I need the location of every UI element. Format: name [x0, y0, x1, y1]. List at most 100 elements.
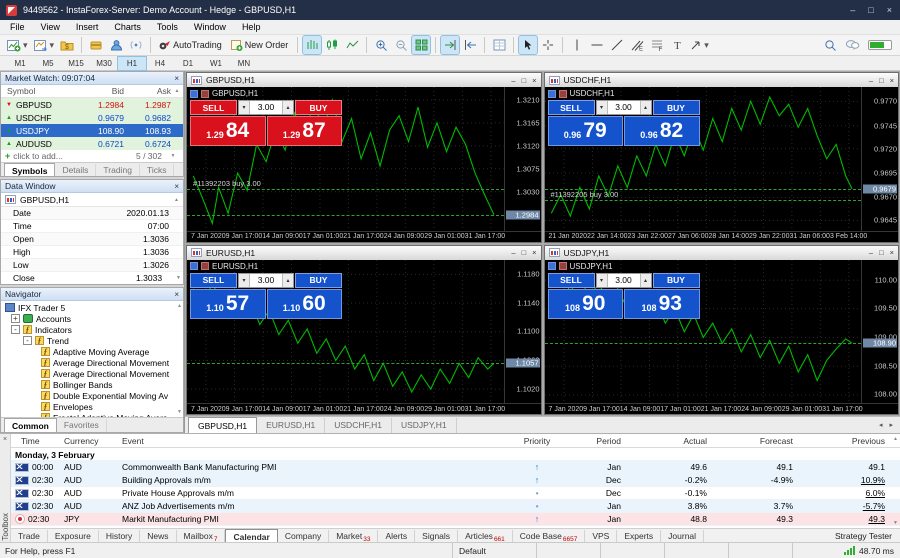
- bar-chart-button[interactable]: [302, 35, 323, 55]
- close-icon[interactable]: [532, 76, 536, 85]
- depth-icon[interactable]: [558, 262, 567, 270]
- collapse-icon[interactable]: -: [23, 336, 32, 345]
- tab-favorites[interactable]: Favorites: [57, 419, 107, 432]
- volume-down-icon[interactable]: [596, 101, 608, 114]
- buy-button[interactable]: BUY: [652, 272, 700, 288]
- close-icon[interactable]: [3, 436, 7, 443]
- calendar-row[interactable]: 00:00 AUD Commonwealth Bank Manufacturin…: [11, 461, 900, 474]
- menu-window[interactable]: Window: [186, 22, 234, 32]
- minimize-icon[interactable]: [511, 76, 515, 85]
- menu-file[interactable]: File: [2, 22, 33, 32]
- tab-alerts[interactable]: Alerts: [378, 529, 416, 543]
- chart-shift-button[interactable]: [461, 36, 479, 54]
- tab-experts[interactable]: Experts: [617, 529, 662, 543]
- autoscroll-button[interactable]: [440, 35, 461, 55]
- menu-tools[interactable]: Tools: [149, 22, 186, 32]
- chart-tab-usdchf[interactable]: USDCHF,H1: [325, 418, 392, 433]
- volume-up-icon[interactable]: [282, 273, 293, 287]
- tab-trade[interactable]: Trade: [11, 529, 48, 543]
- payments-button[interactable]: [87, 36, 105, 54]
- candlestick-button[interactable]: [323, 36, 341, 54]
- tree-item-indicator[interactable]: Envelopes: [1, 401, 183, 412]
- buy-price[interactable]: 1.10 60: [266, 288, 342, 319]
- add-symbol-row[interactable]: click to add... 5 / 302: [1, 150, 183, 162]
- chart-title-bar[interactable]: GBPUSD,H1: [187, 73, 541, 87]
- tree-item-indicator[interactable]: Average Directional Movement: [1, 357, 183, 368]
- timeframe-h1[interactable]: H1: [117, 55, 147, 71]
- buy-price[interactable]: 0.96 82: [624, 116, 700, 146]
- scroll-up-icon[interactable]: [893, 436, 898, 442]
- tree-item-indicator[interactable]: Bollinger Bands: [1, 379, 183, 390]
- calendar-row[interactable]: 02:30 AUD ANZ Job Advertisements m/m Jan…: [11, 500, 900, 513]
- tab-ticks[interactable]: Ticks: [140, 164, 175, 176]
- tab-details[interactable]: Details: [55, 164, 97, 176]
- scroll-up-icon[interactable]: [171, 88, 183, 94]
- status-connection[interactable]: 48.70 ms: [792, 543, 900, 558]
- chart-plot-usdjpy[interactable]: USDJPY,H1 SELL 3.00 BUY 10890: [544, 260, 861, 404]
- volume-value[interactable]: 3.00: [608, 274, 640, 287]
- timeframe-m15[interactable]: M15: [62, 57, 90, 70]
- horizontal-line-tool[interactable]: [588, 36, 606, 54]
- sell-button[interactable]: SELL: [190, 272, 237, 288]
- oneclick-toggle-icon[interactable]: [190, 89, 198, 98]
- buy-button[interactable]: BUY: [295, 100, 342, 115]
- minimize-icon[interactable]: [511, 248, 515, 257]
- scroll-down-icon[interactable]: [893, 520, 898, 526]
- sell-price[interactable]: 108 90: [547, 288, 623, 319]
- scroll-down-icon[interactable]: [176, 275, 183, 281]
- column-symbol[interactable]: Symbol: [1, 86, 77, 96]
- tree-item-indicator[interactable]: Double Exponential Moving Av: [1, 390, 183, 401]
- restore-icon[interactable]: [522, 248, 527, 257]
- tree-item-indicator[interactable]: Average Directional Movement: [1, 368, 183, 379]
- chart-title-bar[interactable]: USDCHF,H1: [544, 73, 898, 87]
- buy-price[interactable]: 108 93: [624, 288, 700, 319]
- volume-down-icon[interactable]: [239, 273, 250, 287]
- sell-price[interactable]: 1.10 57: [190, 288, 266, 319]
- tab-signals[interactable]: Signals: [415, 529, 459, 543]
- timeframe-w1[interactable]: W1: [202, 57, 230, 70]
- volume-stepper[interactable]: 3.00: [595, 100, 652, 115]
- chart-title-bar[interactable]: EURUSD,H1: [187, 245, 541, 260]
- collapse-icon[interactable]: -: [11, 325, 20, 334]
- depth-icon[interactable]: [558, 89, 567, 98]
- new-chart-button[interactable]: [5, 36, 30, 54]
- trendline-tool[interactable]: [608, 36, 626, 54]
- volume-stepper[interactable]: 3.00: [238, 272, 294, 288]
- tab-common[interactable]: Common: [4, 418, 57, 432]
- restore-icon[interactable]: [879, 248, 884, 257]
- status-profile[interactable]: Default: [452, 543, 536, 558]
- sell-price[interactable]: 0.96 79: [547, 116, 623, 146]
- sell-button[interactable]: SELL: [190, 100, 237, 115]
- chart-plot-gbpusd[interactable]: GBPUSD,H1 SELL 3.00 BUY 1.2984: [187, 87, 504, 231]
- tile-windows-button[interactable]: [411, 35, 432, 55]
- volume-value[interactable]: 3.00: [608, 101, 640, 114]
- arrows-tool[interactable]: [688, 36, 711, 54]
- chart-tab-eurusd[interactable]: EURUSD,H1: [257, 418, 326, 433]
- minimize-icon[interactable]: [869, 76, 873, 85]
- volume-up-icon[interactable]: [639, 101, 651, 114]
- buy-button[interactable]: BUY: [652, 100, 700, 115]
- menu-charts[interactable]: Charts: [106, 22, 149, 32]
- quote-row-gbpusd[interactable]: GBPUSD 1.2984 1.2987: [1, 98, 183, 111]
- tab-market[interactable]: Market33: [329, 529, 379, 543]
- tab-history[interactable]: History: [99, 529, 141, 543]
- timeframe-m1[interactable]: M1: [6, 57, 34, 70]
- volume-value[interactable]: 3.00: [250, 274, 282, 287]
- buy-price[interactable]: 1.29 87: [266, 116, 342, 146]
- tree-item-indicator[interactable]: Fractal Adaptive Moving Avera: [1, 412, 183, 417]
- maximize-button[interactable]: [868, 5, 873, 15]
- oneclick-toggle-icon[interactable]: [190, 262, 198, 270]
- tab-company[interactable]: Company: [278, 529, 330, 543]
- autotrading-button[interactable]: AutoTrading: [156, 36, 226, 54]
- tab-journal[interactable]: Journal: [661, 529, 705, 543]
- tab-exposure[interactable]: Exposure: [48, 529, 99, 543]
- profiles-button[interactable]: [32, 36, 57, 54]
- tree-item-accounts[interactable]: + Accounts: [1, 313, 183, 324]
- fibonacci-tool[interactable]: F: [648, 36, 666, 54]
- volume-down-icon[interactable]: [596, 273, 608, 287]
- chart-title-bar[interactable]: USDJPY,H1: [544, 245, 898, 260]
- sell-button[interactable]: SELL: [547, 100, 595, 115]
- signals-broadcast-button[interactable]: [127, 36, 145, 54]
- tree-item-platform[interactable]: IFX Trader 5: [1, 302, 183, 313]
- chat-icon[interactable]: [845, 39, 860, 51]
